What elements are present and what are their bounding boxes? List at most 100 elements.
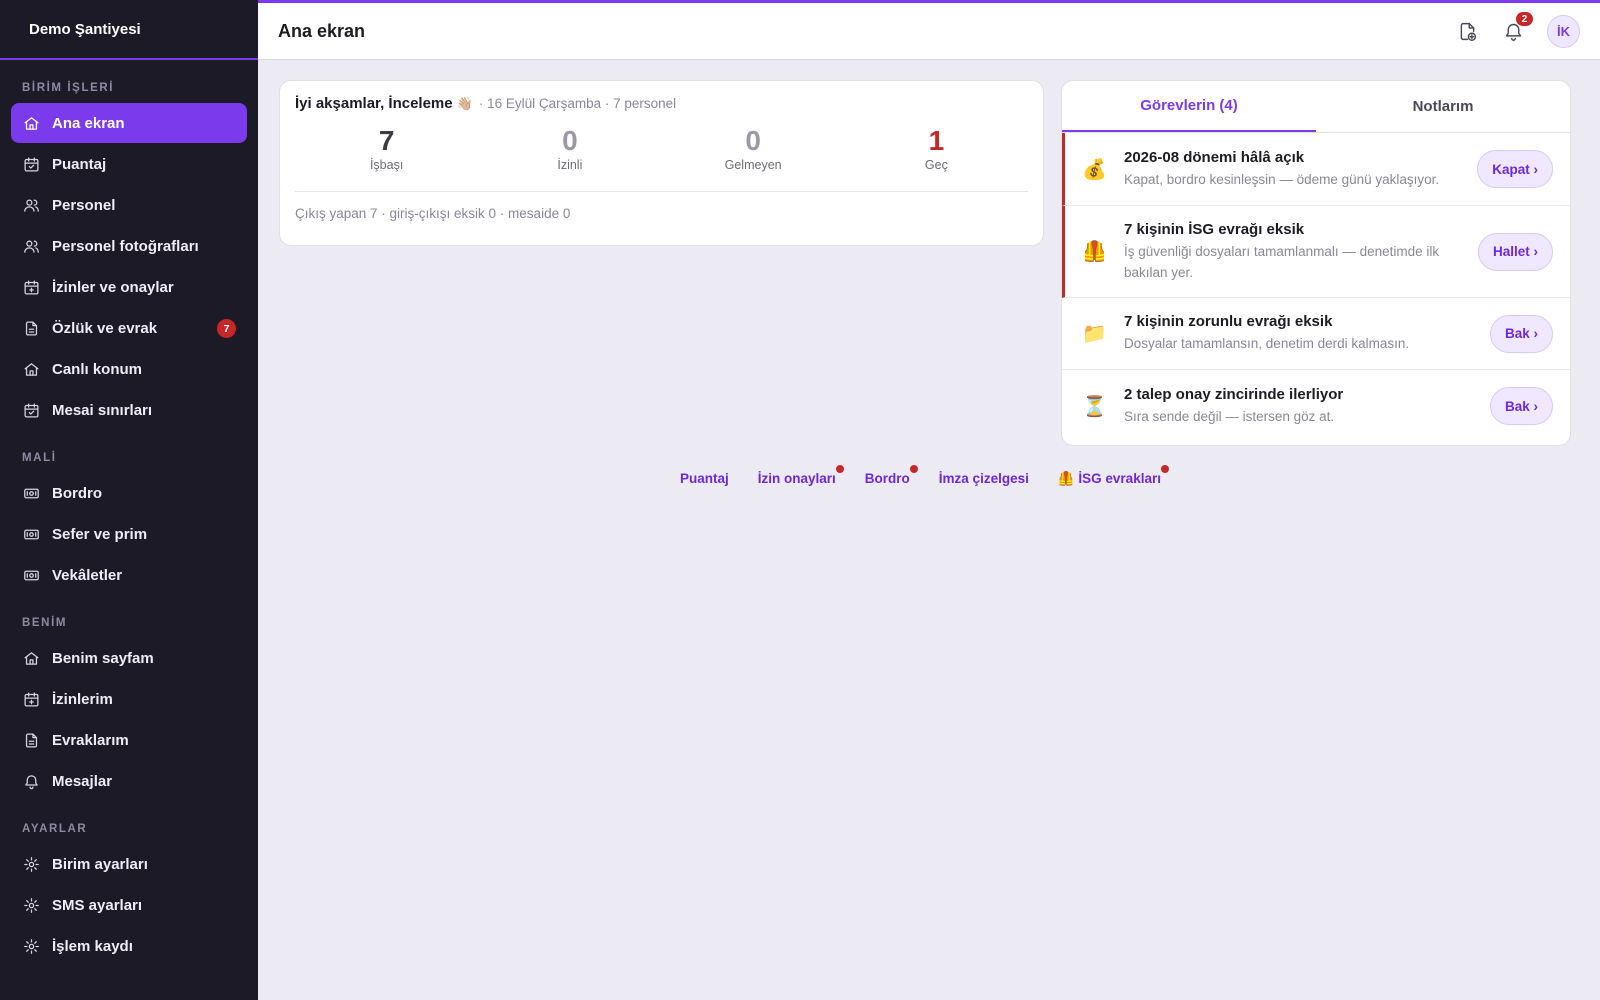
task-action-button[interactable]: Hallet › <box>1477 232 1553 271</box>
home-icon <box>23 361 40 378</box>
sidebar-section-title: MALİ <box>22 452 57 464</box>
tasks-tabs: Görevlerin (4) Notlarım <box>1062 81 1570 133</box>
home-icon <box>23 650 40 667</box>
sidebar-item-ozluk-ve-evrak[interactable]: Özlük ve evrak 7 <box>11 308 247 348</box>
stat-late[interactable]: 1 Geç <box>845 124 1028 182</box>
quick-link-puantaj[interactable]: Puantaj <box>680 471 729 487</box>
gear-icon <box>23 897 40 914</box>
sidebar-section-title: AYARLAR <box>22 823 88 835</box>
daily-summary-card: İyi akşamlar, İnceleme 👋🏼 · 16 Eylül Çar… <box>279 80 1044 246</box>
stat-value: 0 <box>745 125 761 156</box>
sidebar-item-vekaletler[interactable]: Vekâletler <box>11 555 247 595</box>
sidebar-item-puantaj[interactable]: Puantaj <box>11 144 247 184</box>
sidebar-nav: BİRİM İŞLERİ Ana ekran Puantaj Personel Pers… <box>0 79 258 966</box>
stat-working[interactable]: 7 İşbaşı <box>295 124 478 182</box>
stat-value: 1 <box>928 125 945 156</box>
money-icon <box>23 526 40 543</box>
sidebar-item-birim-ayarlari[interactable]: Birim ayarları <box>11 844 247 884</box>
sidebar-item-islem-kaydi[interactable]: İşlem kaydı <box>11 926 247 966</box>
task-body: 7 kişinin İSG evrağı eksik İş güvenliği d… <box>1124 221 1458 283</box>
quick-links: Puantaj İzin onayları Bordro İmza çizelgesi… <box>680 465 1169 487</box>
sidebar-item-izinler-ve-onaylar[interactable]: İzinler ve onaylar <box>11 267 247 307</box>
document-icon <box>23 732 40 749</box>
task-action-button[interactable]: Bak › <box>1489 314 1553 353</box>
user-avatar[interactable]: İK <box>1547 14 1580 48</box>
sidebar-item-label: Birim ayarları <box>52 855 148 873</box>
sidebar-item-bordro[interactable]: Bordro <box>11 473 247 513</box>
date-meta: · 16 Eylül Çarşamba · 7 personel <box>478 96 677 111</box>
quick-link-label: İmza çizelgesi <box>938 471 1029 486</box>
summary-footer: Çıkış yapan 7 · giriş-çıkışı eksik 0 · m… <box>295 206 571 221</box>
brand-name: Demo Şantiyesi <box>0 0 258 60</box>
task-item: ⏳ 2 talep onay zincirinde ilerliyor Sıra s… <box>1062 370 1570 442</box>
quick-link-label: İzin onayları <box>757 471 836 486</box>
task-body: 2 talep onay zincirinde ilerliyor Sıra se… <box>1124 386 1470 427</box>
task-emoji-icon: 💰 <box>1082 158 1107 181</box>
notifications-bell-icon[interactable]: 2 <box>1501 12 1533 43</box>
sidebar-item-personel-fotograflari[interactable]: Personel fotoğrafları <box>11 226 247 266</box>
sidebar-item-label: İşlem kaydı <box>52 937 133 955</box>
stat-label: İzinli <box>557 158 583 172</box>
quick-link-izin-onaylari[interactable]: İzin onayları <box>757 465 844 487</box>
tasks-panel: Görevlerin (4) Notlarım 💰 2026-08 dönemi … <box>1061 80 1571 446</box>
sidebar-item-sms-ayarlari[interactable]: SMS ayarları <box>11 885 247 925</box>
alert-dot <box>835 465 844 473</box>
quick-link-bordro[interactable]: Bordro <box>865 465 918 487</box>
sidebar-item-personel[interactable]: Personel <box>11 185 247 225</box>
stat-label: İşbaşı <box>369 158 404 172</box>
sidebar-section-title: BENİM <box>22 617 68 629</box>
sidebar-section: MALİ Bordro Sefer ve prim Vekâletler <box>0 449 258 595</box>
sidebar-item-sefer-ve-prim[interactable]: Sefer ve prim <box>11 514 247 554</box>
quick-link-imza-cizelgesi[interactable]: İmza çizelgesi <box>939 471 1029 487</box>
users-icon <box>23 238 40 255</box>
sidebar-item-mesai-sinirlari[interactable]: Mesai sınırları <box>11 390 247 430</box>
sidebar-item-canli-konum[interactable]: Canlı konum <box>11 349 247 389</box>
task-action-button[interactable]: Bak › <box>1489 387 1553 425</box>
money-icon <box>23 485 40 502</box>
alert-dot <box>909 465 918 473</box>
task-description: Sıra sende değil — istersen göz at. <box>1124 408 1335 424</box>
sidebar-section: BİRİM İŞLERİ Ana ekran Puantaj Personel Pers… <box>0 79 258 430</box>
sidebar-item-evraklarim[interactable]: Evraklarım <box>11 720 247 760</box>
sidebar-item-label: Bordro <box>52 484 102 502</box>
alert-dot <box>1160 465 1169 473</box>
divider <box>295 191 1028 192</box>
task-description: İş güvenliği dosyaları tamamlanmalı — de… <box>1124 243 1440 280</box>
waving-hand-icon: 👋🏼 <box>456 96 473 111</box>
task-description: Kapat, bordro kesinleşsin — ödeme günü y… <box>1124 171 1440 187</box>
task-description: Dosyalar tamamlansın, denetim derdi kalm… <box>1124 336 1410 351</box>
gear-icon <box>23 856 40 873</box>
sidebar-item-label: Personel <box>52 196 116 214</box>
calendar-check-icon <box>23 402 40 419</box>
add-document-icon[interactable] <box>1455 19 1479 43</box>
task-body: 7 kişinin zorunlu evrağı eksik Dosyalar t… <box>1124 313 1470 354</box>
sidebar-item-label: İzinlerim <box>52 690 113 708</box>
sidebar-item-benim-sayfam[interactable]: Benim sayfam <box>11 638 247 678</box>
sidebar-section: BENİM Benim sayfam İzinlerim Evraklarım Mesa… <box>0 614 258 801</box>
notification-count-badge: 2 <box>1516 12 1533 26</box>
task-title: 2 talep onay zincirinde ilerliyor <box>1124 385 1344 403</box>
sidebar-section-title: BİRİM İŞLERİ <box>22 82 115 94</box>
task-item: 💰 2026-08 dönemi hâlâ açık Kapat, bordro k… <box>1062 133 1570 206</box>
task-title: 2026-08 dönemi hâlâ açık <box>1124 148 1305 166</box>
stat-value: 7 <box>378 125 395 156</box>
stat-label: Geç <box>924 158 948 172</box>
sidebar-item-mesajlar[interactable]: Mesajlar <box>11 761 247 801</box>
attendance-stats: 7 İşbaşı 0 İzinli 0 Gelmeyen 1 Geç <box>295 124 1028 182</box>
stat-absent[interactable]: 0 Gelmeyen <box>662 124 845 182</box>
task-title: 7 kişinin İSG evrağı eksik <box>1124 220 1305 238</box>
sidebar-item-izinlerim[interactable]: İzinlerim <box>11 679 247 719</box>
money-icon <box>23 567 40 584</box>
calendar-check-icon <box>23 156 40 173</box>
tab-notes[interactable]: Notlarım <box>1316 81 1570 132</box>
sidebar-item-label: Mesai sınırları <box>52 401 153 419</box>
top-actions: 2 İK <box>1455 12 1580 48</box>
top-bar: Ana ekran 2 İK <box>258 0 1600 60</box>
quick-link-isg-evraklari[interactable]: 🦺 İSG evrakları <box>1058 465 1169 487</box>
task-action-button[interactable]: Kapat › <box>1477 150 1553 188</box>
sidebar-item-ana-ekran[interactable]: Ana ekran <box>11 103 247 143</box>
stat-on-leave[interactable]: 0 İzinli <box>478 124 661 182</box>
tab-tasks[interactable]: Görevlerin (4) <box>1062 81 1316 132</box>
sidebar-item-label: Puantaj <box>52 155 107 173</box>
sidebar-item-label: Özlük ve evrak <box>52 319 158 337</box>
